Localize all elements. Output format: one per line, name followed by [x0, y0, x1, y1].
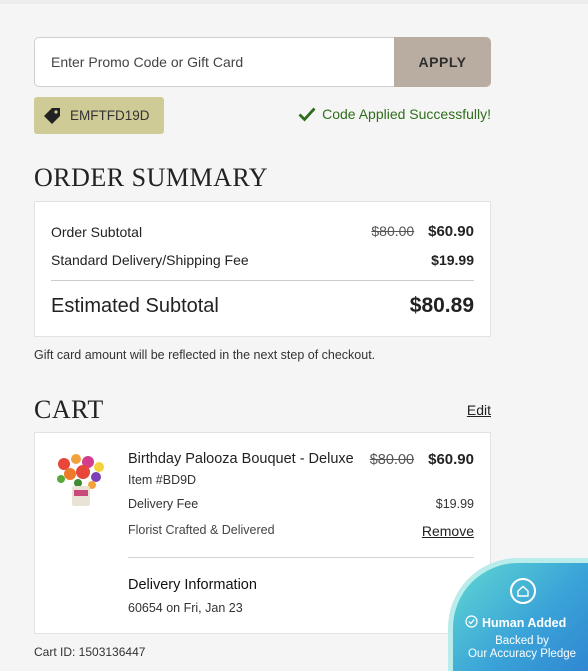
subtotal-price: $60.90 — [428, 223, 474, 240]
badge-subtitle: Backed by Our Accuracy Pledge — [453, 635, 588, 661]
edit-cart-link[interactable]: Edit — [467, 402, 491, 418]
estimated-subtotal-price: $80.89 — [409, 294, 474, 317]
product-name[interactable]: Birthday Palooza Bouquet - Deluxe — [128, 451, 354, 468]
summary-divider — [51, 280, 474, 281]
product-price: $60.90 — [428, 451, 474, 468]
subtotal-row: Order Subtotal $80.00 $60.90 — [51, 223, 474, 240]
shipping-price: $19.99 — [431, 252, 474, 268]
product-original-price: $80.00 — [369, 452, 415, 468]
estimated-subtotal-row: Estimated Subtotal $80.89 — [51, 294, 474, 318]
promo-code-input[interactable] — [34, 37, 394, 87]
delivery-fee-row: Delivery Fee $19.99 — [128, 497, 474, 511]
subtotal-prices: $80.00 $60.90 — [371, 223, 474, 240]
home-icon — [510, 578, 536, 604]
cart-id: Cart ID: 1503136447 — [34, 645, 146, 659]
shipping-label: Standard Delivery/Shipping Fee — [51, 252, 249, 268]
product-row: Birthday Palooza Bouquet - Deluxe $80.00… — [128, 451, 474, 468]
cart-heading: CART — [34, 395, 104, 424]
estimated-subtotal-label: Estimated Subtotal — [51, 294, 219, 317]
shipping-row: Standard Delivery/Shipping Fee $19.99 — [51, 252, 474, 268]
item-number: Item #BD9D — [128, 473, 197, 487]
order-summary-box: Order Subtotal $80.00 $60.90 Standard De… — [34, 201, 491, 337]
checkmark-icon — [298, 105, 316, 123]
product-prices: $80.00 $60.90 — [370, 451, 474, 468]
badge-line-2: Our Accuracy Pledge — [467, 648, 577, 660]
badge-line-1: Backed by — [495, 635, 549, 647]
code-success-message: Code Applied Successfully! — [298, 105, 491, 123]
applied-code-chip[interactable]: EMFTFD19D — [34, 97, 164, 134]
success-text: Code Applied Successfully! — [322, 106, 491, 122]
delivery-info-title: Delivery Information — [128, 577, 257, 593]
tag-icon — [42, 106, 62, 126]
cart-box: Birthday Palooza Bouquet - Deluxe $80.00… — [34, 432, 491, 634]
remove-item-link[interactable]: Remove — [422, 523, 474, 539]
subtotal-original-price: $80.00 — [371, 223, 415, 239]
promo-form: APPLY — [34, 37, 491, 87]
subtotal-label: Order Subtotal — [51, 223, 143, 240]
florist-row: Florist Crafted & Delivered Remove — [128, 523, 474, 539]
florist-crafted-label: Florist Crafted & Delivered — [128, 523, 275, 537]
gift-card-note: Gift card amount will be reflected in th… — [34, 348, 376, 362]
delivery-info-text: 60654 on Fri, Jan 23 — [128, 601, 243, 615]
delivery-fee-value: $19.99 — [435, 497, 474, 511]
apply-button[interactable]: APPLY — [394, 37, 491, 87]
badge-title: Human Added — [465, 615, 566, 631]
cart-divider — [128, 557, 474, 558]
order-summary-heading: ORDER SUMMARY — [34, 163, 269, 192]
product-image[interactable] — [52, 450, 110, 508]
delivery-fee-label: Delivery Fee — [128, 497, 199, 511]
check-circle-icon — [465, 615, 478, 631]
badge-title-text: Human Added — [482, 616, 567, 630]
applied-code-text: EMFTFD19D — [70, 108, 150, 123]
top-bar — [0, 0, 588, 4]
